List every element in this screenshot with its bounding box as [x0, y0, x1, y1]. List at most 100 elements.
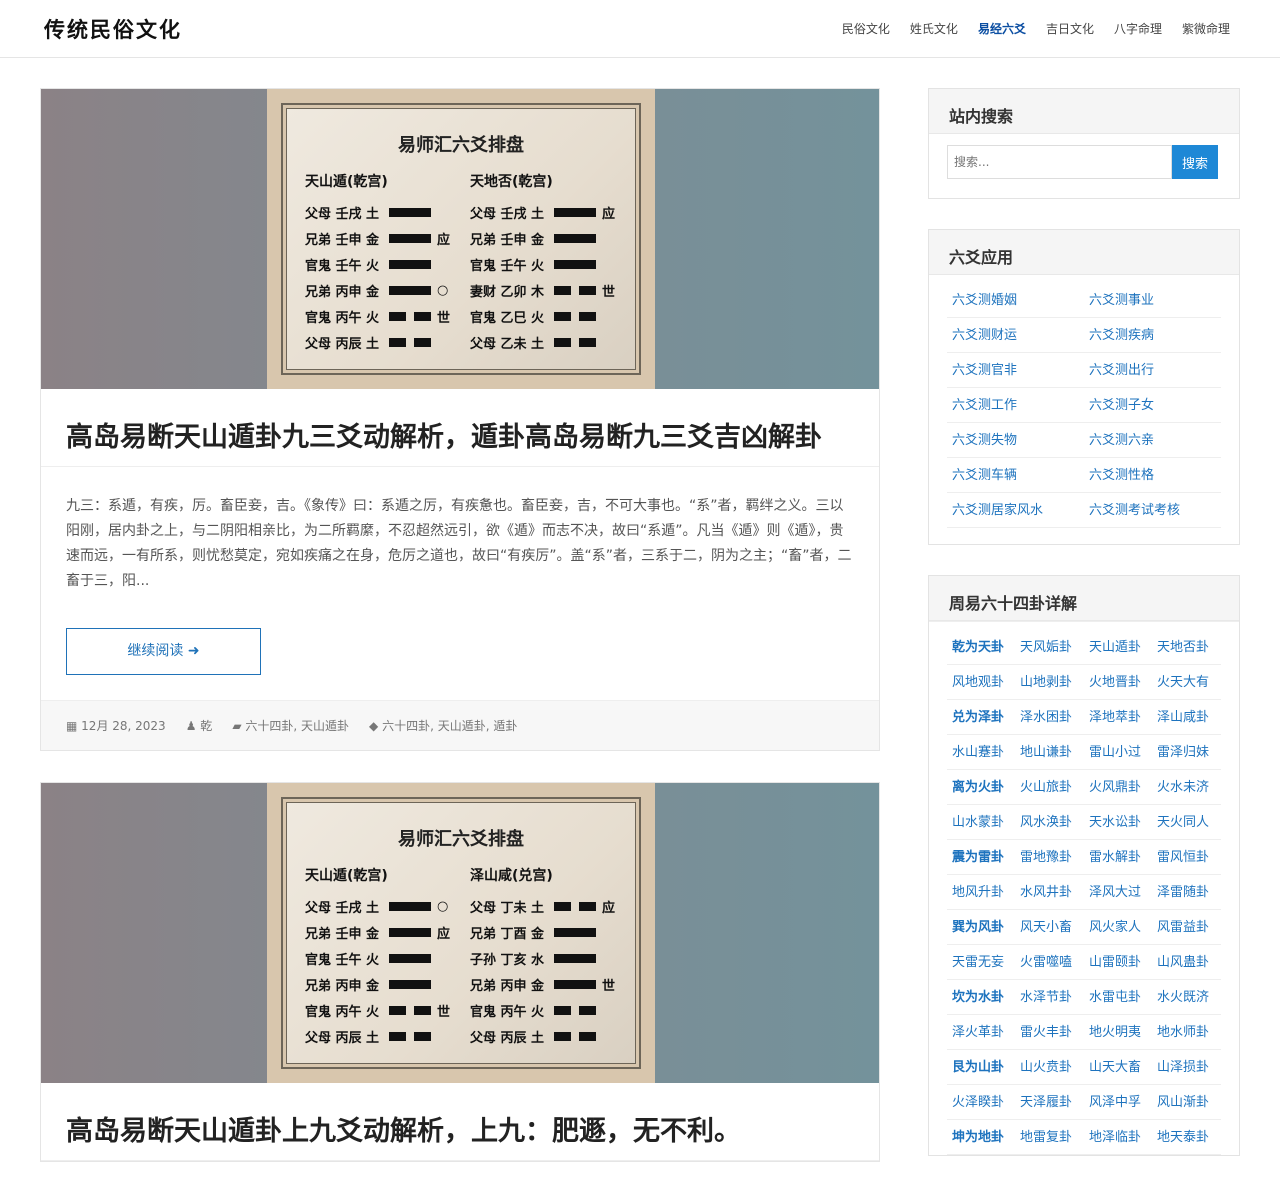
hexagram-link[interactable]: 风泽中孚: [1084, 1085, 1152, 1120]
hexagram-link[interactable]: 泽水困卦: [1015, 700, 1084, 735]
hexagram-link[interactable]: 泽地萃卦: [1084, 700, 1152, 735]
hexagram-link[interactable]: 火风鼎卦: [1084, 770, 1152, 805]
hexagram-link[interactable]: 地山谦卦: [1015, 735, 1084, 770]
liuyao-link[interactable]: 六爻测居家风水: [947, 493, 1084, 528]
liuyao-link[interactable]: 六爻测失物: [947, 423, 1084, 458]
hexagram-link[interactable]: 泽雷随卦: [1152, 875, 1221, 910]
post-tags[interactable]: 六十四卦, 天山遁卦, 遁卦: [382, 719, 517, 733]
hexagram-link[interactable]: 火天大有: [1152, 665, 1221, 700]
hexagram-link[interactable]: 风天小畜: [1015, 910, 1084, 945]
nav-item[interactable]: 易经六爻: [978, 20, 1026, 37]
hexagram-chart: 易师汇六爻排盘 天山遁(乾宫) 父母 壬戌 土兄弟 壬申 金应官鬼 壬午 火兄弟 丙…: [286, 108, 636, 370]
post-thumbnail[interactable]: 易师汇六爻排盘 天山遁(乾宫) 父母 壬戌 土兄弟 壬申 金应官鬼 壬午 火兄弟 丙…: [41, 89, 879, 389]
hexagram-link[interactable]: 火山旅卦: [1015, 770, 1084, 805]
nav-item[interactable]: 紫微命理: [1182, 20, 1230, 37]
post-thumbnail[interactable]: 易师汇六爻排盘 天山遁(乾宫) 父母 壬戌 土 ○ 兄弟 壬申 金应官鬼 壬午 火兄弟 …: [41, 783, 879, 1083]
hexagram-link[interactable]: 雷火丰卦: [1015, 1015, 1084, 1050]
hexagram-widget: 周易六十四卦详解 乾为天卦 天风姤卦 天山遁卦 天地否卦 风地观卦 山地剥卦 火地晋卦 火天大…: [928, 575, 1240, 1156]
hexagram-link[interactable]: 风地观卦: [947, 665, 1015, 700]
post-date[interactable]: 12月 28, 2023: [81, 719, 166, 733]
user-icon: ♟: [185, 719, 197, 733]
hexagram-link[interactable]: 水火既济: [1152, 980, 1221, 1015]
hexagram-link[interactable]: 乾为天卦: [947, 630, 1015, 665]
hexagram-link[interactable]: 地风升卦: [947, 875, 1015, 910]
hexagram-link[interactable]: 雷水解卦: [1084, 840, 1152, 875]
hexagram-link[interactable]: 水山蹇卦: [947, 735, 1015, 770]
hexagram-link[interactable]: 天山遁卦: [1084, 630, 1152, 665]
hexagram-link[interactable]: 山风蛊卦: [1152, 945, 1221, 980]
hexagram-link[interactable]: 巽为风卦: [947, 910, 1015, 945]
yin-line-icon: [554, 311, 596, 321]
hexagram-link[interactable]: 天雷无妄: [947, 945, 1015, 980]
chart-title: 易师汇六爻排盘: [398, 829, 524, 850]
hexagram-link[interactable]: 山火贲卦: [1015, 1050, 1084, 1085]
hexagram-link[interactable]: 天风姤卦: [1015, 630, 1084, 665]
liuyao-link[interactable]: 六爻测事业: [1084, 283, 1221, 318]
hexagram-link[interactable]: 水风井卦: [1015, 875, 1084, 910]
hexagram-link[interactable]: 风山渐卦: [1152, 1085, 1221, 1120]
post-author[interactable]: 乾: [200, 719, 212, 733]
yao-line: 官鬼 壬午 火: [470, 251, 635, 277]
hexagram-link[interactable]: 地天泰卦: [1152, 1120, 1221, 1155]
hexagram-link[interactable]: 水泽节卦: [1015, 980, 1084, 1015]
hexagram-link[interactable]: 水雷屯卦: [1084, 980, 1152, 1015]
hexagram-link[interactable]: 地火明夷: [1084, 1015, 1152, 1050]
liuyao-link[interactable]: 六爻测子女: [1084, 388, 1221, 423]
post-title[interactable]: 高岛易断天山遁卦九三爻动解析，遁卦高岛易断九三爻吉凶解卦: [41, 389, 879, 467]
hexagram-link[interactable]: 地雷复卦: [1015, 1120, 1084, 1155]
hexagram-link[interactable]: 山雷颐卦: [1084, 945, 1152, 980]
hexagram-link[interactable]: 艮为山卦: [947, 1050, 1015, 1085]
hexagram-link[interactable]: 坤为地卦: [947, 1120, 1015, 1155]
hexagram-link[interactable]: 火水未济: [1152, 770, 1221, 805]
liuyao-link[interactable]: 六爻测车辆: [947, 458, 1084, 493]
liuyao-link[interactable]: 六爻测官非: [947, 353, 1084, 388]
nav-item[interactable]: 吉日文化: [1046, 20, 1094, 37]
nav-item[interactable]: 八字命理: [1114, 20, 1162, 37]
hexagram-link[interactable]: 火雷噬嗑: [1015, 945, 1084, 980]
hexagram-link[interactable]: 山水蒙卦: [947, 805, 1015, 840]
hexagram-link[interactable]: 震为雷卦: [947, 840, 1015, 875]
liuyao-link[interactable]: 六爻测出行: [1084, 353, 1221, 388]
liuyao-link[interactable]: 六爻测考试考核: [1084, 493, 1221, 528]
liuyao-link[interactable]: 六爻测工作: [947, 388, 1084, 423]
yao-line: 兄弟 壬申 金应: [305, 232, 451, 248]
hexagram-link[interactable]: 风火家人: [1084, 910, 1152, 945]
nav-item[interactable]: 民俗文化: [842, 20, 890, 37]
liuyao-link[interactable]: 六爻测婚姻: [947, 283, 1084, 318]
hexagram-link[interactable]: 火地晋卦: [1084, 665, 1152, 700]
search-button[interactable]: 搜索: [1172, 145, 1218, 179]
liuyao-link[interactable]: 六爻测疾病: [1084, 318, 1221, 353]
hexagram-link[interactable]: 泽山咸卦: [1152, 700, 1221, 735]
hexagram-link[interactable]: 兑为泽卦: [947, 700, 1015, 735]
post-categories[interactable]: 六十四卦, 天山遁卦: [245, 719, 349, 733]
hexagram-link[interactable]: 天泽履卦: [1015, 1085, 1084, 1120]
hexagram-link[interactable]: 雷泽归妹: [1152, 735, 1221, 770]
hexagram-link[interactable]: 山天大畜: [1084, 1050, 1152, 1085]
hexagram-link[interactable]: 火泽睽卦: [947, 1085, 1015, 1120]
hexagram-link[interactable]: 坎为水卦: [947, 980, 1015, 1015]
yao-line: 父母 壬戌 土: [305, 199, 470, 225]
liuyao-link[interactable]: 六爻测六亲: [1084, 423, 1221, 458]
read-more-button[interactable]: 继续阅读 ➜: [66, 628, 261, 675]
hexagram-link[interactable]: 风水涣卦: [1015, 805, 1084, 840]
hexagram-link[interactable]: 离为火卦: [947, 770, 1015, 805]
hexagram-link[interactable]: 山泽损卦: [1152, 1050, 1221, 1085]
hexagram-link[interactable]: 泽火革卦: [947, 1015, 1015, 1050]
hexagram-link[interactable]: 山地剥卦: [1015, 665, 1084, 700]
hexagram-link[interactable]: 风雷益卦: [1152, 910, 1221, 945]
hexagram-link[interactable]: 雷风恒卦: [1152, 840, 1221, 875]
post-title[interactable]: 高岛易断天山遁卦上九爻动解析，上九：肥遯，无不利。: [41, 1083, 879, 1161]
liuyao-link[interactable]: 六爻测财运: [947, 318, 1084, 353]
hexagram-link[interactable]: 天火同人: [1152, 805, 1221, 840]
site-logo[interactable]: 传统民俗文化: [44, 14, 182, 44]
hexagram-link[interactable]: 泽风大过: [1084, 875, 1152, 910]
hexagram-link[interactable]: 天水讼卦: [1084, 805, 1152, 840]
search-input[interactable]: [947, 145, 1172, 179]
hexagram-link[interactable]: 天地否卦: [1152, 630, 1221, 665]
hexagram-link[interactable]: 地水师卦: [1152, 1015, 1221, 1050]
nav-item[interactable]: 姓氏文化: [910, 20, 958, 37]
liuyao-link[interactable]: 六爻测性格: [1084, 458, 1221, 493]
hexagram-link[interactable]: 雷地豫卦: [1015, 840, 1084, 875]
hexagram-link[interactable]: 地泽临卦: [1084, 1120, 1152, 1155]
hexagram-link[interactable]: 雷山小过: [1084, 735, 1152, 770]
